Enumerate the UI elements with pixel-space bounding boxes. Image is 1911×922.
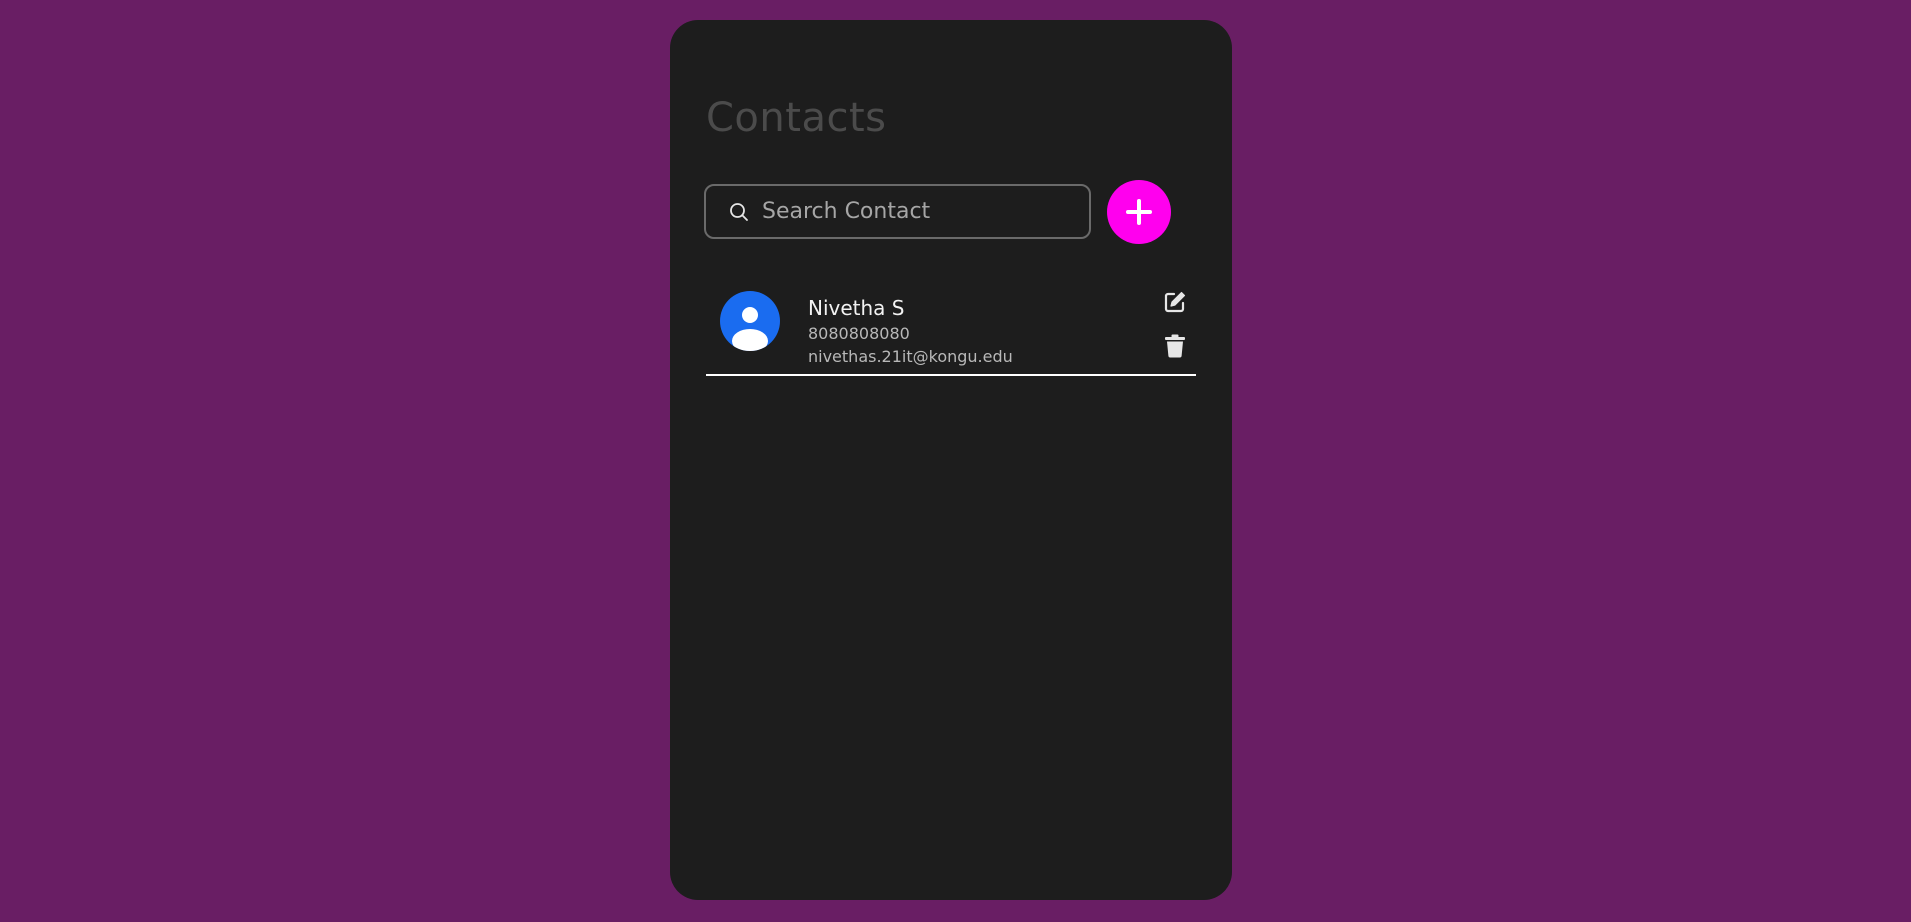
- contact-list-item: Nivetha S 8080808080 nivethas.21it@kongu…: [706, 270, 1196, 376]
- edit-icon: [1164, 291, 1186, 313]
- avatar: [720, 291, 780, 351]
- search-icon: [728, 201, 750, 223]
- contacts-card: Contacts Nivetha S 8080808080 nivethas.2…: [670, 20, 1232, 900]
- user-icon: [732, 307, 768, 351]
- page-title: Contacts: [706, 95, 887, 141]
- contact-phone: 8080808080: [808, 324, 910, 343]
- search-box[interactable]: [704, 184, 1091, 239]
- contact-email: nivethas.21it@kongu.edu: [808, 347, 1013, 366]
- add-contact-button[interactable]: [1107, 180, 1171, 244]
- edit-contact-button[interactable]: [1162, 290, 1188, 316]
- trash-icon: [1165, 334, 1185, 358]
- delete-contact-button[interactable]: [1164, 334, 1186, 360]
- plus-icon: [1126, 199, 1152, 225]
- contact-name: Nivetha S: [808, 296, 905, 320]
- search-input[interactable]: [762, 191, 1089, 232]
